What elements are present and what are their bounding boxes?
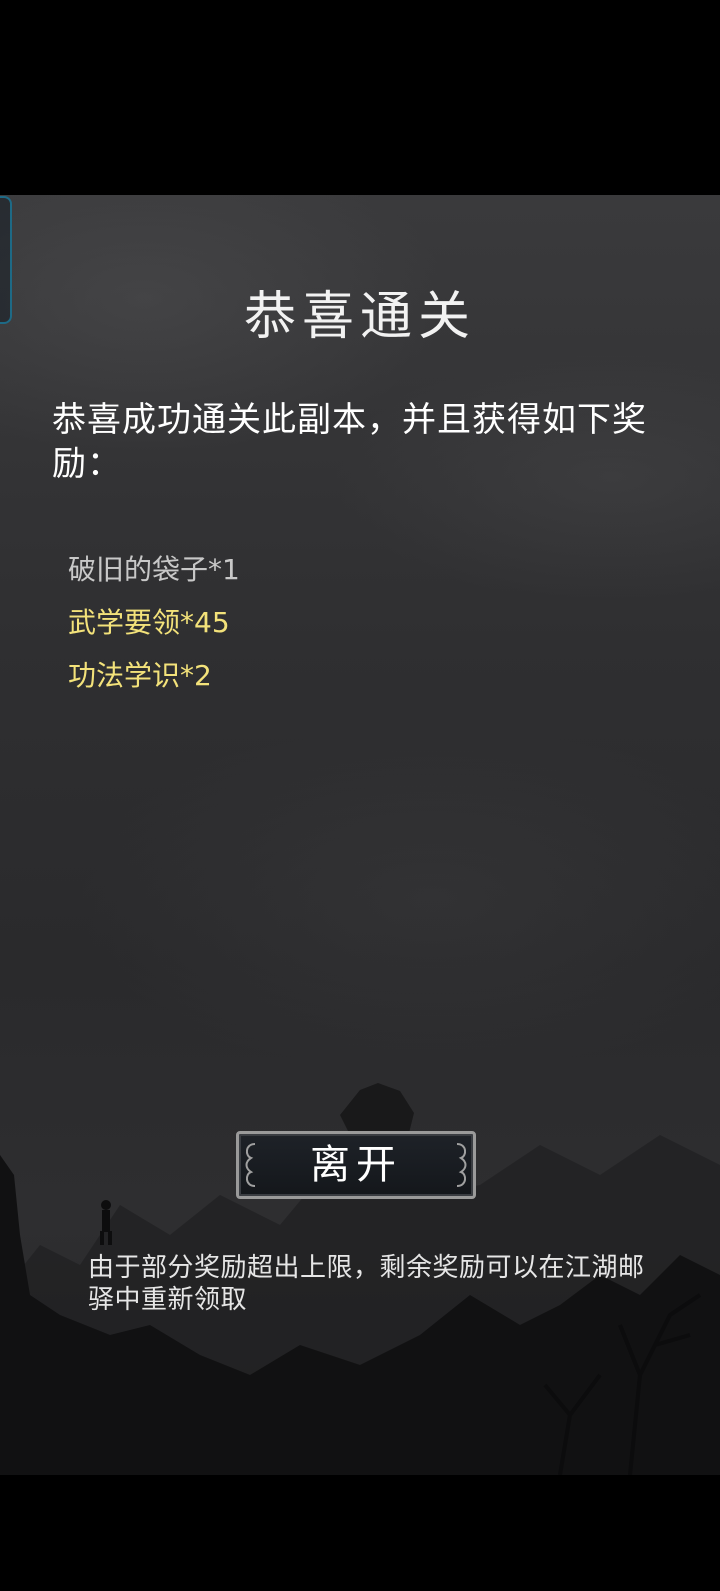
reward-item: 武学要领*45 — [68, 606, 230, 639]
scroll-ornament-icon — [456, 1143, 467, 1187]
mountain-silhouette — [0, 1083, 720, 1475]
leave-button[interactable]: 离开 — [236, 1131, 476, 1199]
scroll-ornament-icon — [245, 1143, 256, 1187]
reward-list: 破旧的袋子*1 武学要领*45 功法学识*2 — [68, 552, 240, 711]
reward-item: 破旧的袋子*1 — [68, 553, 240, 586]
reward-message: 恭喜成功通关此副本，并且获得如下奖励： — [52, 400, 647, 484]
leave-button-label: 离开 — [310, 1142, 402, 1188]
game-screen: 恭喜通关 恭喜成功通关此副本，并且获得如下奖励： 破旧的袋子*1 武学要领*45 功… — [0, 0, 720, 1591]
reward-item: 功法学识*2 — [68, 659, 212, 692]
overflow-notice: 由于部分奖励超出上限，剩余奖励可以在江湖邮驿中重新领取 — [88, 1253, 645, 1315]
dialog-title: 恭喜通关 — [243, 287, 476, 347]
